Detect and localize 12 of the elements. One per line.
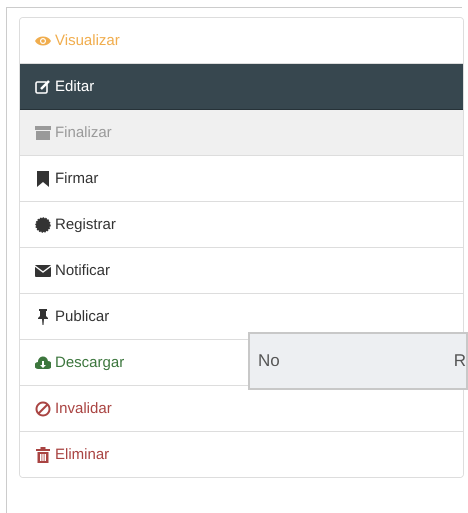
bookmark-icon <box>35 170 51 186</box>
envelope-icon <box>35 262 51 278</box>
menu-option[interactable]: R <box>454 351 466 371</box>
menu-item[interactable]: Editar <box>20 64 463 110</box>
menu-option[interactable]: No <box>258 351 280 371</box>
cloud-download-icon <box>35 354 51 370</box>
pin-icon <box>35 308 51 324</box>
archive-icon <box>35 124 51 140</box>
ban-icon <box>35 400 51 416</box>
edit-icon <box>35 78 51 94</box>
seal-icon <box>35 216 51 232</box>
trash-icon <box>35 446 51 462</box>
